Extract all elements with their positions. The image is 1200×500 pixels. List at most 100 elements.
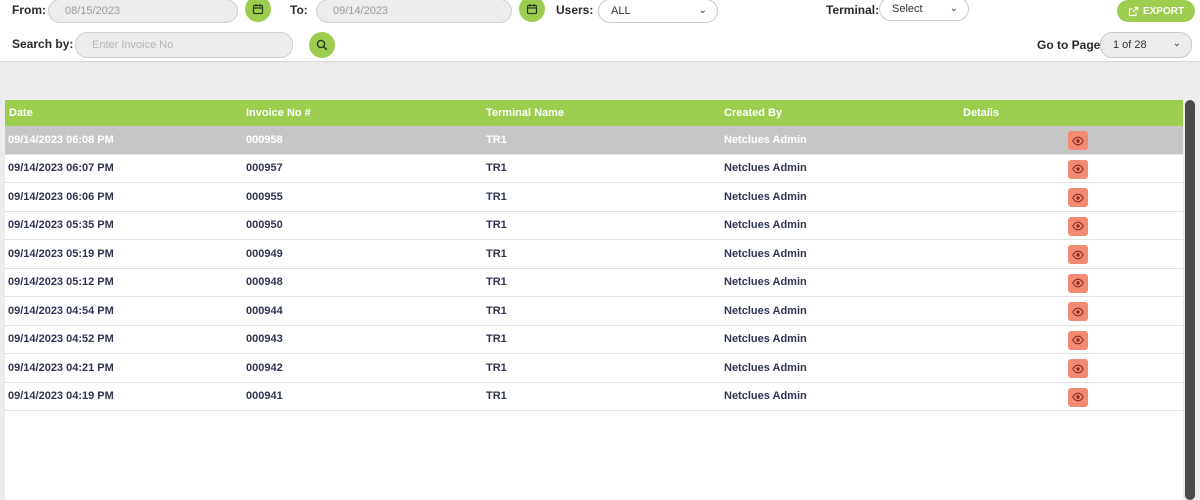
cell-terminal: TR1 [486, 390, 507, 403]
to-date-field[interactable]: 09/14/2023 [316, 0, 512, 23]
chevron-down-icon: ⌄ [949, 3, 958, 14]
cell-terminal: TR1 [486, 162, 507, 175]
cell-terminal: TR1 [486, 276, 507, 289]
eye-icon [1072, 335, 1084, 345]
invoice-table: Date Invoice No # Terminal Name Created … [5, 100, 1183, 500]
view-details-button[interactable] [1068, 159, 1088, 179]
cell-invoice: 000949 [246, 247, 283, 260]
column-header-details: Details [963, 107, 1000, 119]
view-details-button[interactable] [1068, 188, 1088, 207]
search-label: Search by: [12, 37, 74, 51]
invoice-search-input[interactable] [75, 32, 293, 58]
table-row[interactable]: 09/14/2023 04:19 PM 000941 TR1 Netclues … [5, 383, 1183, 411]
eye-icon [1072, 136, 1084, 145]
column-header-terminal[interactable]: Terminal Name [486, 100, 564, 126]
view-details-button[interactable] [1068, 359, 1088, 378]
to-label: To: [290, 3, 308, 17]
cell-terminal: TR1 [486, 304, 507, 317]
cell-invoice: 000950 [246, 219, 283, 232]
users-select-value: ALL [611, 5, 631, 17]
eye-icon [1072, 392, 1084, 402]
cell-date: 09/14/2023 05:19 PM [8, 247, 114, 260]
search-icon [316, 39, 328, 51]
chevron-down-icon: ⌄ [1172, 38, 1181, 49]
eye-icon [1072, 307, 1084, 316]
cell-date: 09/14/2023 05:12 PM [8, 276, 114, 289]
calendar-icon [526, 4, 538, 15]
users-label: Users: [556, 3, 594, 17]
terminal-select-value: Select [892, 3, 923, 15]
cell-created-by: Netclues Admin [724, 304, 807, 317]
cell-invoice: 000942 [246, 361, 283, 374]
table-row[interactable]: 09/14/2023 04:21 PM 000942 TR1 Netclues … [5, 354, 1183, 383]
table-row[interactable]: 09/14/2023 06:07 PM 000957 TR1 Netclues … [5, 155, 1183, 183]
goto-page-value: 1 of 28 [1113, 39, 1147, 51]
cell-terminal: TR1 [486, 361, 507, 374]
view-details-button[interactable] [1068, 245, 1088, 264]
view-details-button[interactable] [1068, 216, 1088, 236]
terminal-label: Terminal: [826, 3, 880, 17]
from-label: From: [12, 3, 46, 17]
cell-terminal: TR1 [486, 190, 507, 203]
search-button[interactable] [309, 32, 335, 58]
cell-terminal: TR1 [486, 333, 507, 346]
cell-created-by: Netclues Admin [724, 219, 807, 232]
view-details-button[interactable] [1068, 330, 1088, 350]
view-details-button[interactable] [1068, 273, 1088, 293]
cell-invoice: 000944 [246, 304, 283, 317]
eye-icon [1072, 364, 1084, 373]
column-header-invoice[interactable]: Invoice No # [246, 100, 311, 126]
from-calendar-button[interactable] [245, 0, 271, 22]
table-row[interactable]: 09/14/2023 05:19 PM 000949 TR1 Netclues … [5, 240, 1183, 269]
table-row[interactable]: 09/14/2023 06:06 PM 000955 TR1 Netclues … [5, 183, 1183, 212]
external-link-icon [1128, 6, 1139, 16]
filter-bar: From: 08/15/2023 To: 09/14/2023 Users: A… [0, 0, 1200, 62]
eye-icon [1072, 221, 1084, 231]
table-row[interactable]: 09/14/2023 04:52 PM 000943 TR1 Netclues … [5, 326, 1183, 354]
terminal-select[interactable]: Select ⌄ [879, 0, 969, 21]
view-details-button[interactable] [1068, 302, 1088, 321]
eye-icon [1072, 278, 1084, 288]
vertical-scrollbar[interactable] [1185, 100, 1195, 500]
eye-icon [1072, 193, 1084, 202]
chevron-down-icon: ⌄ [698, 5, 707, 16]
cell-invoice: 000957 [246, 162, 283, 175]
cell-created-by: Netclues Admin [724, 162, 807, 175]
eye-icon [1072, 250, 1084, 259]
eye-icon [1072, 164, 1084, 174]
cell-invoice: 000958 [246, 133, 283, 146]
from-date-field[interactable]: 08/15/2023 [48, 0, 238, 23]
cell-invoice: 000941 [246, 390, 283, 403]
cell-terminal: TR1 [486, 247, 507, 260]
view-details-button[interactable] [1068, 387, 1088, 407]
cell-created-by: Netclues Admin [724, 333, 807, 346]
users-select[interactable]: ALL ⌄ [598, 0, 718, 23]
cell-date: 09/14/2023 04:21 PM [8, 361, 114, 374]
cell-created-by: Netclues Admin [724, 133, 807, 146]
view-details-button[interactable] [1068, 131, 1088, 150]
export-button[interactable]: EXPORT [1117, 0, 1195, 22]
cell-created-by: Netclues Admin [724, 247, 807, 260]
cell-created-by: Netclues Admin [724, 190, 807, 203]
table-row[interactable]: 09/14/2023 05:35 PM 000950 TR1 Netclues … [5, 212, 1183, 240]
column-header-created-by[interactable]: Created By [724, 100, 782, 126]
cell-date: 09/14/2023 05:35 PM [8, 219, 114, 232]
export-label: EXPORT [1142, 5, 1185, 17]
table-row[interactable]: 09/14/2023 04:54 PM 000944 TR1 Netclues … [5, 297, 1183, 326]
cell-date: 09/14/2023 06:08 PM [8, 133, 114, 146]
cell-date: 09/14/2023 04:52 PM [8, 333, 114, 346]
cell-created-by: Netclues Admin [724, 390, 807, 403]
cell-created-by: Netclues Admin [724, 361, 807, 374]
goto-page-select[interactable]: 1 of 28 ⌄ [1100, 32, 1192, 58]
cell-invoice: 000955 [246, 190, 283, 203]
cell-date: 09/14/2023 06:06 PM [8, 190, 114, 203]
table-row[interactable]: 09/14/2023 05:12 PM 000948 TR1 Netclues … [5, 269, 1183, 297]
table-header: Date Invoice No # Terminal Name Created … [5, 100, 1183, 126]
scrollbar-thumb[interactable] [1185, 100, 1195, 500]
table-row[interactable]: 09/14/2023 06:08 PM 000958 TR1 Netclues … [5, 126, 1183, 155]
column-header-date[interactable]: Date [9, 100, 33, 126]
to-calendar-button[interactable] [519, 0, 545, 22]
cell-date: 09/14/2023 06:07 PM [8, 162, 114, 175]
cell-invoice: 000943 [246, 333, 283, 346]
cell-date: 09/14/2023 04:54 PM [8, 304, 114, 317]
